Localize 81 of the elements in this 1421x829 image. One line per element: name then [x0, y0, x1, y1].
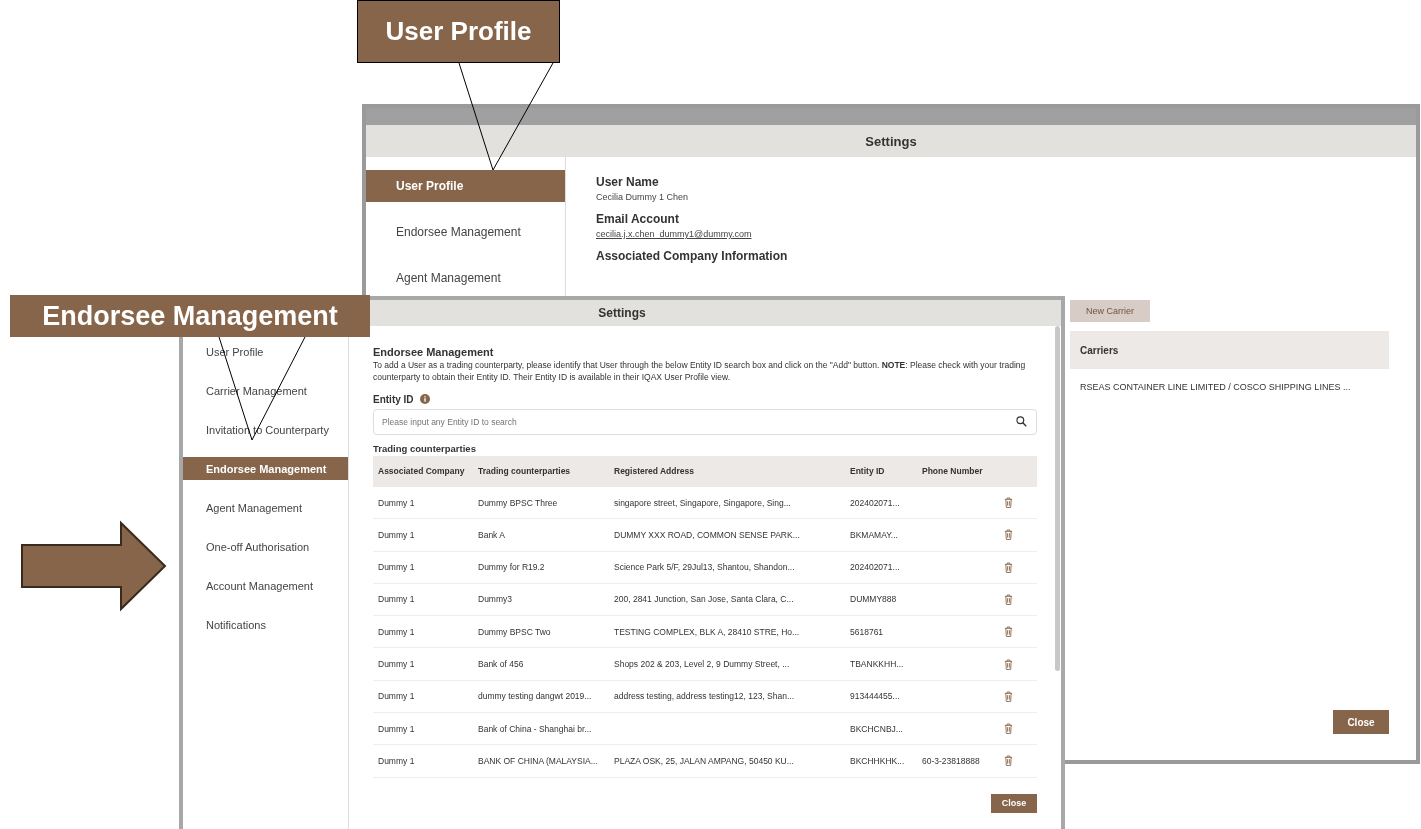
table-cell: Dummy 1 — [378, 659, 415, 670]
table-cell: DUMMY888 — [850, 594, 897, 605]
search-icon[interactable] — [1016, 415, 1027, 427]
section-heading: Associated Company Information — [596, 249, 788, 263]
column-header: Phone Number — [921, 466, 984, 477]
trash-icon[interactable] — [1004, 755, 1013, 767]
table-cell: singapore street, Singapore, Singapore, Sing... — [614, 497, 791, 508]
trash-icon[interactable] — [1004, 497, 1013, 509]
field-label: Email Account — [596, 212, 680, 226]
table-title: Trading counterparties — [373, 442, 477, 454]
trash-icon[interactable] — [1004, 593, 1013, 605]
column-header: Carriers — [1080, 344, 1119, 356]
sidebar-item[interactable]: Notifications — [183, 613, 348, 636]
table-cell: 200, 2841 Junction, San Jose, Santa Clara, C... — [614, 594, 794, 605]
table-cell: Shops 202 & 203, Level 2, 9 Dummy Street, ... — [614, 659, 790, 670]
table-cell: Dummy3 — [478, 594, 512, 605]
trash-icon[interactable] — [1004, 658, 1013, 670]
section-heading: Endorsee Management — [373, 346, 495, 358]
table-cell: 60-3-23818888 — [922, 755, 980, 766]
table-cell: Dummy 1 — [378, 529, 415, 540]
table-cell: Dummy for R19.2 — [478, 562, 545, 573]
table-cell: Dummy 1 — [378, 626, 415, 637]
table-cell: Dummy BPSC Three — [478, 497, 558, 508]
arrow-icon — [21, 520, 167, 612]
dialog-title: Settings — [598, 306, 646, 320]
table-cell: Dummy 1 — [378, 755, 415, 766]
info-icon[interactable] — [419, 394, 430, 405]
table-cell: Dummy 1 — [378, 562, 415, 573]
trash-icon[interactable] — [1004, 690, 1013, 702]
table-cell: BKCHCNBJ... — [850, 723, 903, 734]
table-cell: Dummy 1 — [378, 691, 415, 702]
column-header: Associated Company — [377, 466, 466, 477]
callout-label: User Profile — [357, 0, 560, 63]
table-cell: Dummy 1 — [378, 723, 415, 734]
table-cell: 202402071... — [850, 562, 900, 573]
table-cell: Bank A — [478, 529, 505, 540]
callout-label: Endorsee Management — [10, 295, 370, 337]
table-cell: Dummy BPSC Two — [478, 626, 551, 637]
scrollbar[interactable] — [1055, 326, 1060, 671]
trash-icon[interactable] — [1004, 723, 1013, 735]
sidebar-item[interactable]: Agent Management — [366, 262, 565, 294]
table-cell: BKMAMAY... — [850, 529, 898, 540]
column-header: Registered Address — [613, 466, 695, 477]
sidebar-item[interactable]: Endorsee Management — [183, 457, 348, 480]
table-cell: Bank of China - Shanghai br... — [478, 723, 592, 734]
trash-icon[interactable] — [1004, 626, 1013, 638]
table-cell: address testing, address testing12, 123, Shan... — [614, 691, 795, 702]
table-cell: dummy testing dangwt 2019... — [478, 691, 592, 702]
field-label: User Name — [596, 175, 660, 189]
table-cell: Dummy 1 — [378, 497, 415, 508]
new-carrier-button[interactable]: New Carrier — [1070, 300, 1150, 322]
table-cell: TBANKKHH... — [850, 659, 904, 670]
table-cell: TESTING COMPLEX, BLK A, 28410 STRE, Ho... — [614, 626, 800, 637]
table-cell: 202402071... — [850, 497, 900, 508]
table-cell: BANK OF CHINA (MALAYSIA... — [478, 755, 598, 766]
column-header: Entity ID — [849, 466, 886, 477]
table-cell: Bank of 456 — [478, 659, 524, 670]
sidebar-item[interactable]: User Profile — [366, 170, 565, 202]
table-cell: 5618761 — [850, 626, 884, 637]
close-button[interactable]: Close — [1333, 710, 1389, 734]
table-cell: RSEAS CONTAINER LINE LIMITED / COSCO SHIPPING LINES ... — [1080, 382, 1351, 392]
field-value: Cecilia Dummy 1 Chen — [596, 192, 690, 202]
table-cell: BKCHHKHK... — [850, 755, 905, 766]
description-text: To add a User as a trading counterparty, please identify that User through the below Entity ID search box and click on the "Add" button. NOTE: Please check with your trading counterparty to obtain their Entity ID. Their Entity ID is available in their IQAX User Profile view. — [373, 359, 1027, 384]
close-button[interactable]: Close — [991, 793, 1037, 813]
column-header: Trading counterparties — [477, 466, 572, 477]
sidebar-item[interactable]: Account Management — [183, 574, 348, 597]
trash-icon[interactable] — [1004, 529, 1013, 541]
sidebar-item[interactable]: Agent Management — [183, 496, 348, 519]
dialog-title: Settings — [865, 133, 917, 149]
email-link[interactable]: cecilia.j.x.chen_dummy1@dummy.com — [596, 229, 788, 239]
table-cell: PLAZA OSK, 25, JALAN AMPANG, 50450 KU... — [614, 755, 794, 766]
table-cell: 913444455... — [850, 691, 900, 702]
sidebar-item[interactable]: Endorsee Management — [366, 216, 565, 248]
search-field[interactable]: Please input any Entity ID to search — [373, 408, 1037, 435]
table-cell: Dummy 1 — [378, 594, 415, 605]
table-cell: Science Park 5/F, 29Jul13, Shantou, Shandon... — [614, 562, 795, 573]
field-label: Entity ID — [373, 393, 414, 405]
trash-icon[interactable] — [1004, 561, 1013, 573]
table-cell: DUMMY XXX ROAD, COMMON SENSE PARK... — [614, 529, 800, 540]
sidebar-item[interactable]: One-off Authorisation — [183, 535, 348, 558]
